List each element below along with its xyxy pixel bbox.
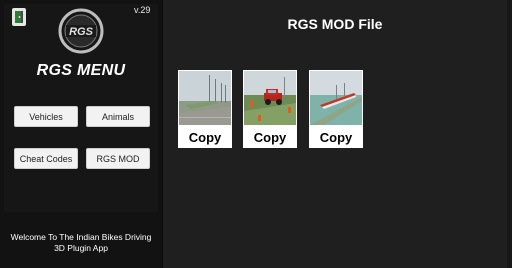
cheat-codes-button[interactable]: Cheat Codes [14,148,78,169]
rgs-mod-button[interactable]: RGS MOD [86,148,150,169]
scrollbar[interactable] [507,0,512,268]
copy-button[interactable]: Copy [309,126,363,148]
copy-button[interactable]: Copy [243,126,297,148]
mod-card-2: Copy [243,70,297,148]
water-ramp-scene-thumbnail [310,71,362,125]
version-label: v.29 [134,5,151,15]
exit-door-icon[interactable] [12,8,26,26]
road-scene-thumbnail [179,71,231,125]
red-jeep-scene-thumbnail [244,71,296,125]
animals-button[interactable]: Animals [86,106,150,127]
page-title: RGS MOD File [287,16,383,32]
sidebar: RGS v.29 RGS MENU Vehicles Animals Cheat… [0,0,162,268]
copy-button[interactable]: Copy [178,126,232,148]
menu-title: RGS MENU [36,62,126,79]
welcome-text: Welcome To The Indian Bikes Driving 3D P… [10,232,152,253]
mod-card-3: Copy [309,70,363,148]
mod-card-1: Copy [178,70,232,148]
logo-text: RGS [69,26,94,38]
divider [162,0,163,268]
rgs-logo: RGS [58,8,104,54]
vehicles-button[interactable]: Vehicles [14,106,78,127]
